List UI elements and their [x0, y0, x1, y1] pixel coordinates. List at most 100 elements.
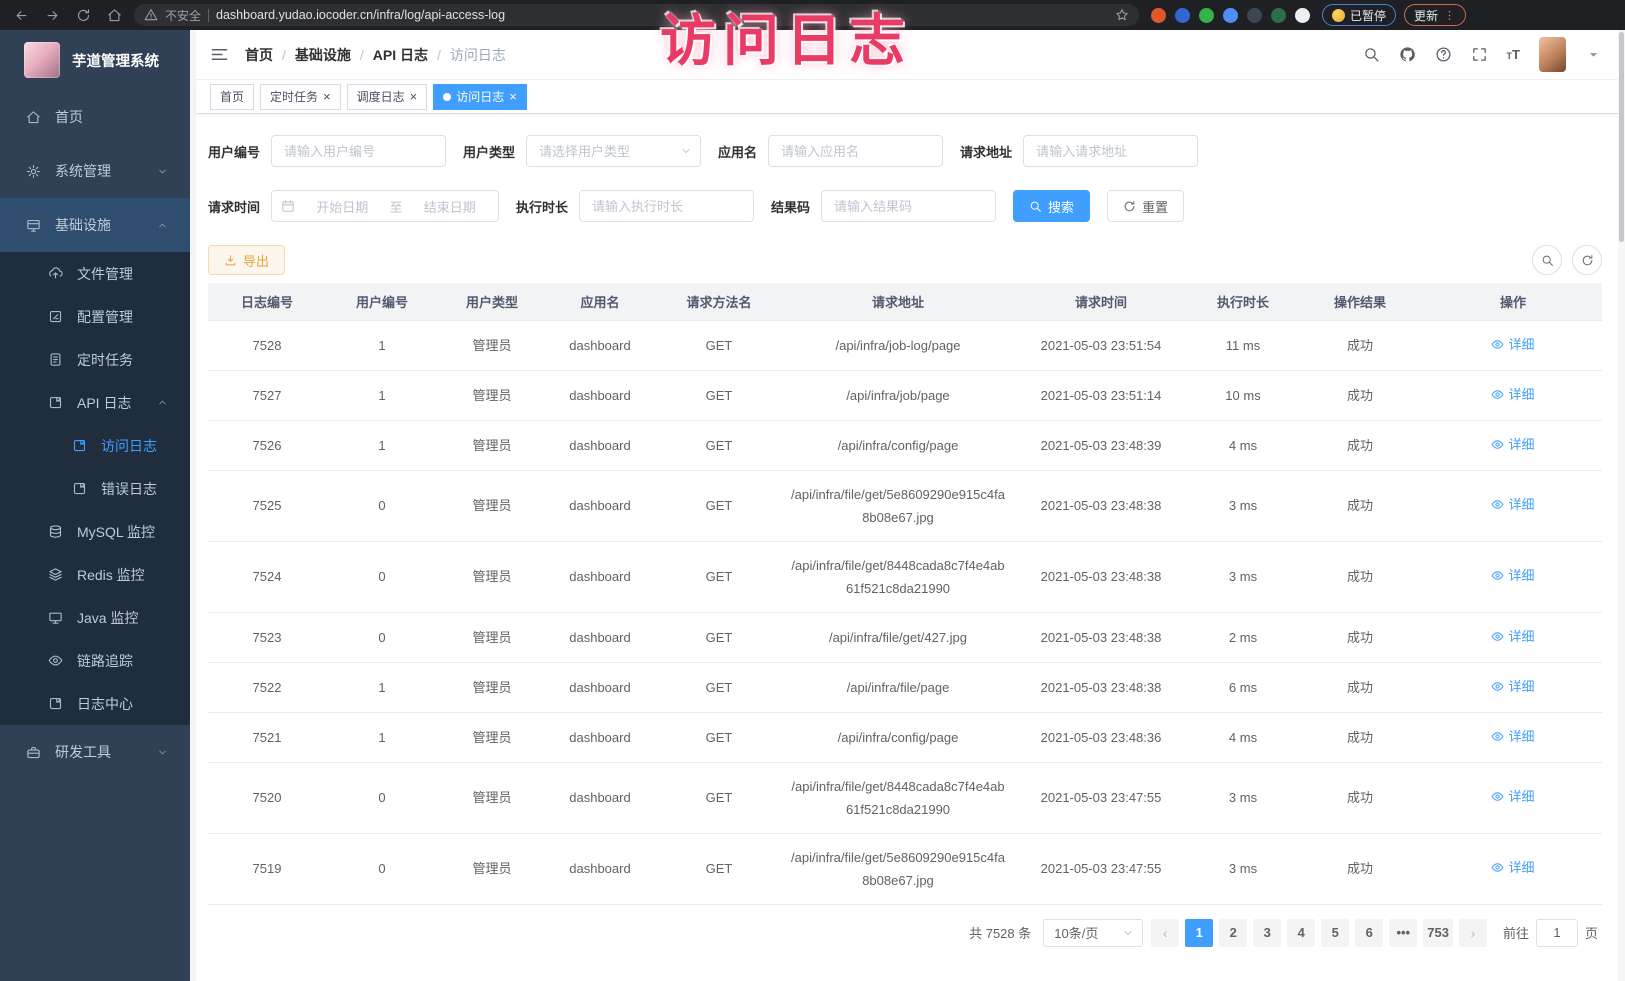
close-icon[interactable]: × — [410, 90, 418, 103]
browser-reload-icon[interactable] — [76, 8, 91, 23]
hamburger-icon[interactable] — [210, 45, 229, 64]
table-cell: 2021-05-03 23:51:14 — [1012, 370, 1190, 420]
detail-link[interactable]: 详细 — [1491, 625, 1534, 648]
detail-link[interactable]: 详细 — [1491, 675, 1534, 698]
date-range-picker[interactable]: 开始日期 至 结束日期 — [271, 190, 499, 222]
duration-input[interactable] — [579, 190, 754, 222]
font-size-icon[interactable]: TT — [1507, 47, 1520, 62]
browser-update-button[interactable]: 更新 — [1404, 4, 1466, 26]
page-button[interactable]: 753 — [1423, 919, 1453, 947]
sidebar-item[interactable]: 访问日志 — [0, 424, 190, 467]
sidebar-item[interactable]: 链路追踪 — [0, 639, 190, 682]
sidebar-item[interactable]: API 日志 — [0, 381, 190, 424]
sidebar-item[interactable]: 研发工具 — [0, 725, 190, 779]
detail-link[interactable]: 详细 — [1491, 333, 1534, 356]
user-avatar[interactable] — [1539, 37, 1566, 72]
more-pages-button[interactable]: ••• — [1389, 919, 1417, 947]
fullscreen-icon[interactable] — [1471, 46, 1488, 63]
result-code-input[interactable] — [821, 190, 996, 222]
request-url-label: 请求地址 — [960, 142, 1012, 161]
sidebar-item[interactable]: 文件管理 — [0, 252, 190, 295]
script-paused-badge[interactable]: 已暂停 — [1322, 4, 1396, 26]
tab-定时任务[interactable]: 定时任务× — [260, 84, 341, 110]
export-button[interactable]: 导出 — [208, 245, 285, 275]
refresh-table-button[interactable] — [1572, 245, 1602, 275]
extension-icon[interactable] — [1223, 8, 1238, 23]
table-cell: 6 ms — [1190, 662, 1296, 712]
avatar-caret-icon[interactable] — [1585, 46, 1602, 63]
sidebar-item[interactable]: Redis 监控 — [0, 553, 190, 596]
detail-link[interactable]: 详细 — [1491, 493, 1534, 516]
next-page-button[interactable]: › — [1459, 919, 1487, 947]
close-icon[interactable]: × — [323, 90, 331, 103]
extension-icon[interactable] — [1199, 8, 1214, 23]
tab-首页[interactable]: 首页 — [210, 84, 254, 110]
sidebar-item[interactable]: Java 监控 — [0, 596, 190, 639]
detail-link[interactable]: 详细 — [1491, 856, 1534, 879]
sidebar-item[interactable]: 日志中心 — [0, 682, 190, 725]
tab-访问日志[interactable]: 访问日志× — [433, 84, 527, 110]
detail-link[interactable]: 详细 — [1491, 785, 1534, 808]
detail-link[interactable]: 详细 — [1491, 725, 1534, 748]
sidebar-item[interactable]: 配置管理 — [0, 295, 190, 338]
redis-icon — [48, 567, 63, 582]
table-cell: dashboard — [546, 612, 654, 662]
extension-icon[interactable] — [1247, 8, 1262, 23]
request-url-input[interactable] — [1023, 135, 1198, 167]
scrollbar-thumb[interactable] — [1619, 32, 1624, 242]
breadcrumb-item[interactable]: 基础设施 — [295, 45, 351, 65]
browser-menu-icon[interactable] — [1443, 9, 1456, 22]
table-row: 75281管理员dashboardGET/api/infra/job-log/p… — [208, 320, 1602, 370]
docs-help-icon[interactable] — [1435, 46, 1452, 63]
user-type-select[interactable] — [526, 135, 701, 167]
address-bar[interactable]: 不安全 dashboard.yudao.iocoder.cn/infra/log… — [134, 4, 1139, 26]
table-cell: GET — [654, 833, 784, 904]
close-icon[interactable]: × — [509, 90, 517, 103]
tab-调度日志[interactable]: 调度日志× — [347, 84, 428, 110]
page-scrollbar[interactable] — [1618, 30, 1625, 981]
detail-link[interactable]: 详细 — [1491, 564, 1534, 587]
page-button[interactable]: 4 — [1287, 919, 1315, 947]
goto-label: 前往 — [1503, 923, 1529, 942]
sidebar-item[interactable]: 定时任务 — [0, 338, 190, 381]
app-name-input[interactable] — [768, 135, 943, 167]
user-id-input[interactable] — [271, 135, 446, 167]
page-size-select[interactable]: 10条/页 — [1043, 919, 1143, 947]
page-button[interactable]: 5 — [1321, 919, 1349, 947]
table-cell: 1 — [326, 370, 438, 420]
extension-icon[interactable] — [1151, 8, 1166, 23]
browser-forward-icon[interactable] — [45, 8, 60, 23]
table-cell: 4 ms — [1190, 712, 1296, 762]
sidebar-item[interactable]: 错误日志 — [0, 467, 190, 510]
breadcrumb-item[interactable]: 首页 — [245, 45, 273, 65]
sidebar-item[interactable]: 首页 — [0, 90, 190, 144]
extension-icon[interactable] — [1295, 8, 1310, 23]
page-button[interactable]: 2 — [1219, 919, 1247, 947]
page-button[interactable]: 3 — [1253, 919, 1281, 947]
reset-button[interactable]: 重置 — [1107, 190, 1184, 222]
table-cell: /api/infra/file/get/8448cada8c7f4e4ab61f… — [784, 541, 1012, 612]
app-logo[interactable]: 芋道管理系统 — [0, 30, 190, 90]
page-button[interactable]: 1 — [1185, 919, 1213, 947]
detail-link[interactable]: 详细 — [1491, 433, 1534, 456]
sidebar-item-label: 研发工具 — [55, 742, 111, 762]
search-button[interactable]: 搜索 — [1013, 190, 1090, 222]
prev-page-button[interactable]: ‹ — [1151, 919, 1179, 947]
bookmark-star-icon[interactable] — [1115, 8, 1129, 22]
table-cell: 管理员 — [438, 320, 546, 370]
sidebar-item[interactable]: 系统管理 — [0, 144, 190, 198]
detail-link[interactable]: 详细 — [1491, 383, 1534, 406]
sidebar-item[interactable]: MySQL 监控 — [0, 510, 190, 553]
goto-page-input[interactable] — [1536, 919, 1578, 947]
browser-back-icon[interactable] — [14, 8, 29, 23]
browser-home-icon[interactable] — [107, 8, 122, 23]
sidebar-item[interactable]: 基础设施 — [0, 198, 190, 252]
chevron-up-icon — [157, 397, 168, 408]
extension-icon[interactable] — [1271, 8, 1286, 23]
extension-icon[interactable] — [1175, 8, 1190, 23]
page-button[interactable]: 6 — [1355, 919, 1383, 947]
toggle-search-button[interactable] — [1532, 245, 1562, 275]
breadcrumb-item[interactable]: API 日志 — [373, 45, 428, 65]
header-search-icon[interactable] — [1363, 46, 1380, 63]
github-icon[interactable] — [1399, 46, 1416, 63]
